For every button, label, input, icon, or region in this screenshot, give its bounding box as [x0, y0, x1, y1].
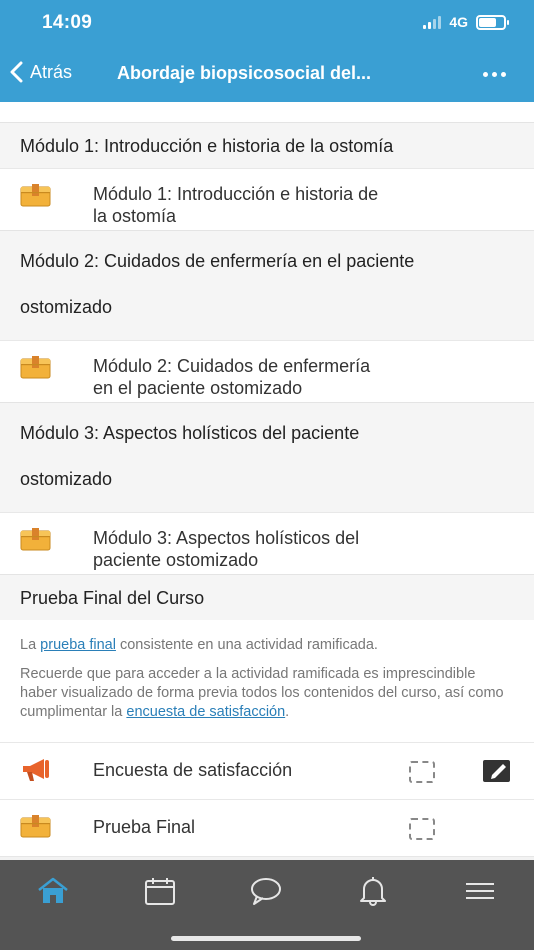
package-icon: [20, 528, 51, 551]
prueba-final-link[interactable]: prueba final: [40, 637, 116, 653]
section-title-line: Módulo 2: Cuidados de enfermería en el p…: [20, 251, 415, 271]
home-indicator: [171, 936, 361, 941]
edit-icon[interactable]: [483, 760, 510, 782]
module-title-line: la ostomía: [93, 206, 177, 226]
summary-paragraph: La prueba final consistente en una activ…: [20, 636, 514, 655]
module-title: Módulo 2: Cuidados de enfermería en el p…: [93, 355, 370, 399]
module-title-line: Módulo 2: Cuidados de enfermería: [93, 356, 371, 376]
page-title: Abordaje biopsicosocial del...: [117, 63, 372, 83]
summary-text: .: [285, 704, 290, 720]
section-title: Módulo 1: Introducción e historia de la …: [20, 136, 394, 156]
chevron-left-icon: [10, 61, 23, 83]
module-title-line: Módulo 3: Aspectos holísticos del: [93, 528, 360, 548]
package-icon: [20, 356, 51, 379]
more-options-icon[interactable]: [483, 72, 506, 77]
section-header: Módulo 3: Aspectos holísticos del pacien…: [0, 402, 534, 512]
calendar-icon[interactable]: [142, 875, 178, 907]
section-title: Prueba Final del Curso: [20, 588, 205, 608]
completion-checkbox[interactable]: [409, 818, 435, 840]
section-title-line: ostomizado: [20, 297, 113, 317]
module-title-line: en el paciente ostomizado: [93, 378, 303, 398]
chat-icon[interactable]: [248, 875, 284, 907]
module-title: Módulo 1: Introducción e historia de la …: [93, 183, 378, 227]
home-icon[interactable]: [35, 875, 71, 907]
activity-encuesta[interactable]: Encuesta de satisfacción: [0, 742, 534, 799]
status-indicators: 4G: [423, 14, 509, 30]
battery-icon: [476, 14, 509, 30]
course-content: Módulo 1: Introducción e historia de la …: [0, 102, 534, 896]
section-header: Módulo 1: Introducción e historia de la …: [0, 122, 534, 168]
module-title: Módulo 3: Aspectos holísticos del pacien…: [93, 527, 359, 571]
module-item[interactable]: Módulo 3: Aspectos holísticos del pacien…: [0, 512, 534, 574]
summary-paragraph: Recuerde que para acceder a la actividad…: [20, 665, 514, 722]
section-title-line: Módulo 3: Aspectos holísticos del pacien…: [20, 423, 360, 443]
summary-text: consistente en una actividad ramificada.: [115, 637, 378, 653]
megaphone-icon: [23, 759, 49, 781]
bell-icon[interactable]: [355, 875, 391, 907]
signal-icon: [423, 15, 442, 29]
package-icon: [20, 184, 51, 207]
completion-checkbox[interactable]: [409, 761, 435, 783]
activity-label: Encuesta de satisfacción: [93, 760, 293, 780]
back-label: Atrás: [30, 61, 73, 82]
menu-icon[interactable]: [462, 875, 498, 907]
module-title-line: Módulo 1: Introducción e historia de: [93, 184, 379, 204]
module-title-line: paciente ostomizado: [93, 550, 259, 570]
section-header: Módulo 2: Cuidados de enfermería en el p…: [0, 230, 534, 340]
top-spacer: [0, 102, 534, 122]
summary-text: La: [20, 637, 41, 653]
module-item[interactable]: Módulo 2: Cuidados de enfermería en el p…: [0, 340, 534, 402]
top-bar: 14:09 4G Atrás Abordaje biopsicosocial d…: [0, 0, 534, 102]
network-type: 4G: [449, 14, 468, 30]
activity-prueba-final[interactable]: Prueba Final: [0, 799, 534, 856]
status-time: 14:09: [42, 12, 93, 33]
status-bar: 14:09 4G: [0, 0, 534, 48]
navigation-bar: Atrás Abordaje biopsicosocial del...: [0, 48, 534, 102]
encuesta-link[interactable]: encuesta de satisfacción: [126, 704, 285, 720]
back-button[interactable]: Atrás: [8, 61, 72, 83]
module-item[interactable]: Módulo 1: Introducción e historia de la …: [0, 168, 534, 230]
section-summary: La prueba final consistente en una activ…: [0, 620, 534, 742]
section-header: Prueba Final del Curso: [0, 574, 534, 620]
activity-label: Prueba Final: [93, 817, 196, 837]
section-title-line: ostomizado: [20, 469, 113, 489]
package-icon: [20, 815, 51, 838]
